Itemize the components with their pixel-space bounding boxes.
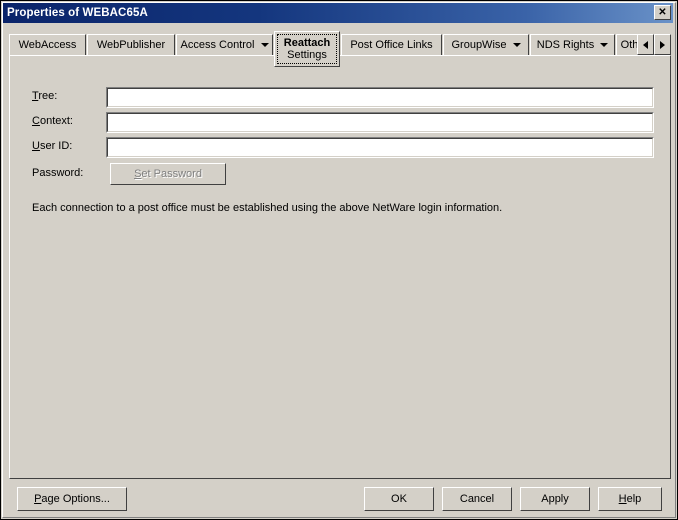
tab-webaccess[interactable]: WebAccess [9, 34, 86, 55]
tab-reattach-label-line1: Reattach [283, 36, 331, 49]
tab-scroll-buttons [637, 34, 671, 55]
user-id-label-accel: U [32, 140, 40, 152]
ok-button-label: OK [391, 493, 407, 505]
tab-nds-rights[interactable]: NDS Rights [530, 34, 615, 55]
set-password-accel: S [134, 168, 142, 180]
ok-button[interactable]: OK [364, 487, 434, 511]
tab-access-control-label: Access Control [180, 39, 255, 51]
user-id-label: User ID: [32, 140, 112, 152]
tab-content-panel: Tree: Context: User ID: Password: Set Pa… [9, 55, 671, 479]
set-password-label: et Password [141, 168, 202, 180]
help-accel: H [618, 493, 627, 505]
tab-reattach-settings[interactable]: Reattach Settings [274, 31, 340, 67]
tab-scroll-left-button[interactable] [637, 34, 654, 55]
tab-webpublisher-label: WebPublisher [96, 39, 166, 51]
window-title: Properties of WEBAC65A [7, 7, 148, 19]
cancel-button[interactable]: Cancel [442, 487, 512, 511]
tab-post-office-links[interactable]: Post Office Links [341, 34, 442, 55]
tab-strip: WebAccess WebPublisher Access Control Re… [9, 31, 671, 67]
info-text: Each connection to a post office must be… [32, 202, 503, 214]
user-id-input[interactable] [107, 138, 653, 157]
user-id-label-rest: ser ID: [39, 140, 73, 152]
context-label-rest: ontext: [39, 115, 73, 127]
tab-post-office-links-label: Post Office Links [350, 39, 433, 51]
tree-input-frame [106, 87, 654, 108]
context-label: Context: [32, 115, 112, 127]
scroll-left-icon [643, 40, 648, 49]
tree-label: Tree: [32, 90, 112, 102]
set-password-button[interactable]: Set Password [110, 163, 226, 185]
context-input[interactable] [107, 113, 653, 132]
page-options-accel: P [34, 493, 42, 505]
scroll-right-icon [660, 40, 665, 49]
tab-groupwise-label: GroupWise [451, 39, 507, 51]
page-options-button[interactable]: Page Options... [17, 487, 127, 511]
close-icon: ✕ [658, 6, 667, 18]
user-id-input-frame [106, 137, 654, 158]
tab-webpublisher[interactable]: WebPublisher [87, 34, 175, 55]
context-label-accel: C [32, 115, 40, 127]
tab-reattach-label-line2: Settings [287, 48, 327, 61]
close-button[interactable]: ✕ [654, 5, 671, 20]
tab-nds-rights-label: NDS Rights [536, 39, 595, 51]
chevron-down-icon [512, 43, 521, 47]
chevron-down-icon [600, 43, 609, 47]
password-label: Password: [32, 167, 84, 179]
apply-button[interactable]: Apply [520, 487, 590, 511]
tab-groupwise[interactable]: GroupWise [443, 34, 529, 55]
help-button[interactable]: Help [598, 487, 662, 511]
properties-dialog-window: Properties of WEBAC65A ✕ WebAccess WebPu… [0, 0, 678, 520]
tab-scroll-right-button[interactable] [654, 34, 671, 55]
cancel-button-label: Cancel [459, 493, 495, 505]
tree-label-rest: ree: [38, 90, 58, 102]
context-input-frame [106, 112, 654, 133]
help-label: elp [626, 493, 642, 505]
page-options-label: age Options... [41, 493, 110, 505]
apply-button-label: Apply [541, 493, 569, 505]
tab-other-label: Oth [620, 39, 639, 51]
tab-access-control[interactable]: Access Control [176, 34, 273, 55]
tab-webaccess-label: WebAccess [18, 39, 77, 51]
chevron-down-icon [260, 43, 269, 47]
title-bar[interactable]: Properties of WEBAC65A ✕ [3, 3, 673, 23]
tree-input[interactable] [107, 88, 653, 107]
